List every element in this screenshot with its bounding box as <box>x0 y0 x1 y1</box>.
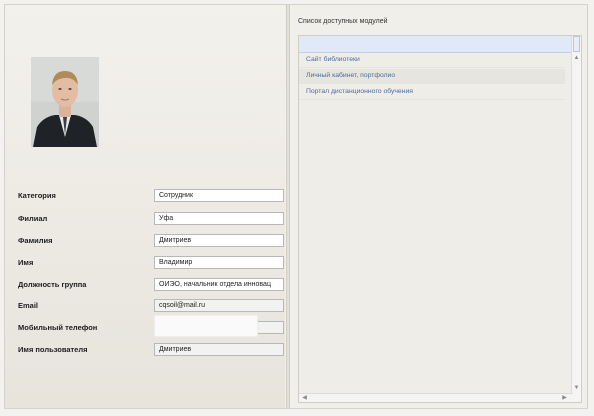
scroll-up-arrow-icon[interactable]: ▲ <box>573 54 580 62</box>
modules-title: Список доступных модулей <box>298 18 388 25</box>
branch-field[interactable]: Уфа <box>154 212 284 225</box>
app-window: Категория Сотрудник Филиал Уфа Фамилия Д… <box>4 4 588 409</box>
modules-list: Сайт библиотеки Личный кабинет, портфоли… <box>298 35 582 403</box>
email-label: Email <box>18 301 39 310</box>
field-row-firstname: Имя Владимир <box>18 256 284 270</box>
lastname-field[interactable]: Дмитриев <box>154 234 284 247</box>
list-selection-row[interactable] <box>299 36 573 53</box>
redacted-area <box>154 315 258 337</box>
profile-pane: Категория Сотрудник Филиал Уфа Фамилия Д… <box>5 5 285 408</box>
mobile-label: Мобильный телефон <box>18 323 98 332</box>
field-row-username: Имя пользователя Дмитриев <box>18 343 284 357</box>
modules-pane: Список доступных модулей Сайт библиотеки… <box>290 5 587 408</box>
field-row-position: Должность группа ОИЭО, начальник отдела … <box>18 278 284 292</box>
person-photo-icon <box>31 57 99 147</box>
module-item-personal-account[interactable]: Личный кабинет, портфолио <box>299 69 565 84</box>
field-row-lastname: Фамилия Дмитриев <box>18 234 284 248</box>
field-row-category: Категория Сотрудник <box>18 189 284 203</box>
scroll-thumb[interactable] <box>573 36 580 52</box>
scroll-left-arrow-icon[interactable]: ◀ <box>301 394 308 402</box>
username-field[interactable]: Дмитриев <box>154 343 284 356</box>
category-field[interactable]: Сотрудник <box>154 189 284 202</box>
scroll-right-arrow-icon[interactable]: ▶ <box>561 394 568 402</box>
module-item-distance-learning[interactable]: Портал дистанционного обучения <box>299 85 565 100</box>
username-label: Имя пользователя <box>18 345 88 354</box>
field-row-branch: Филиал Уфа <box>18 212 284 226</box>
firstname-field[interactable]: Владимир <box>154 256 284 269</box>
lastname-label: Фамилия <box>18 236 53 245</box>
vertical-scrollbar[interactable]: ▲ ▼ <box>571 36 581 402</box>
horizontal-scrollbar[interactable]: ◀ ▶ <box>299 393 573 402</box>
field-row-email: Email cqsoil@mail.ru <box>18 299 284 313</box>
field-row-mobile: Мобильный телефон <box>18 315 284 337</box>
firstname-label: Имя <box>18 258 34 267</box>
user-photo <box>31 57 99 147</box>
branch-label: Филиал <box>18 214 48 223</box>
position-label: Должность группа <box>18 280 87 289</box>
module-item-library-site[interactable]: Сайт библиотеки <box>299 53 565 68</box>
category-label: Категория <box>18 191 56 200</box>
scroll-down-arrow-icon[interactable]: ▼ <box>573 384 580 392</box>
email-field[interactable]: cqsoil@mail.ru <box>154 299 284 312</box>
position-field[interactable]: ОИЭО, начальник отдела инновац <box>154 278 284 291</box>
